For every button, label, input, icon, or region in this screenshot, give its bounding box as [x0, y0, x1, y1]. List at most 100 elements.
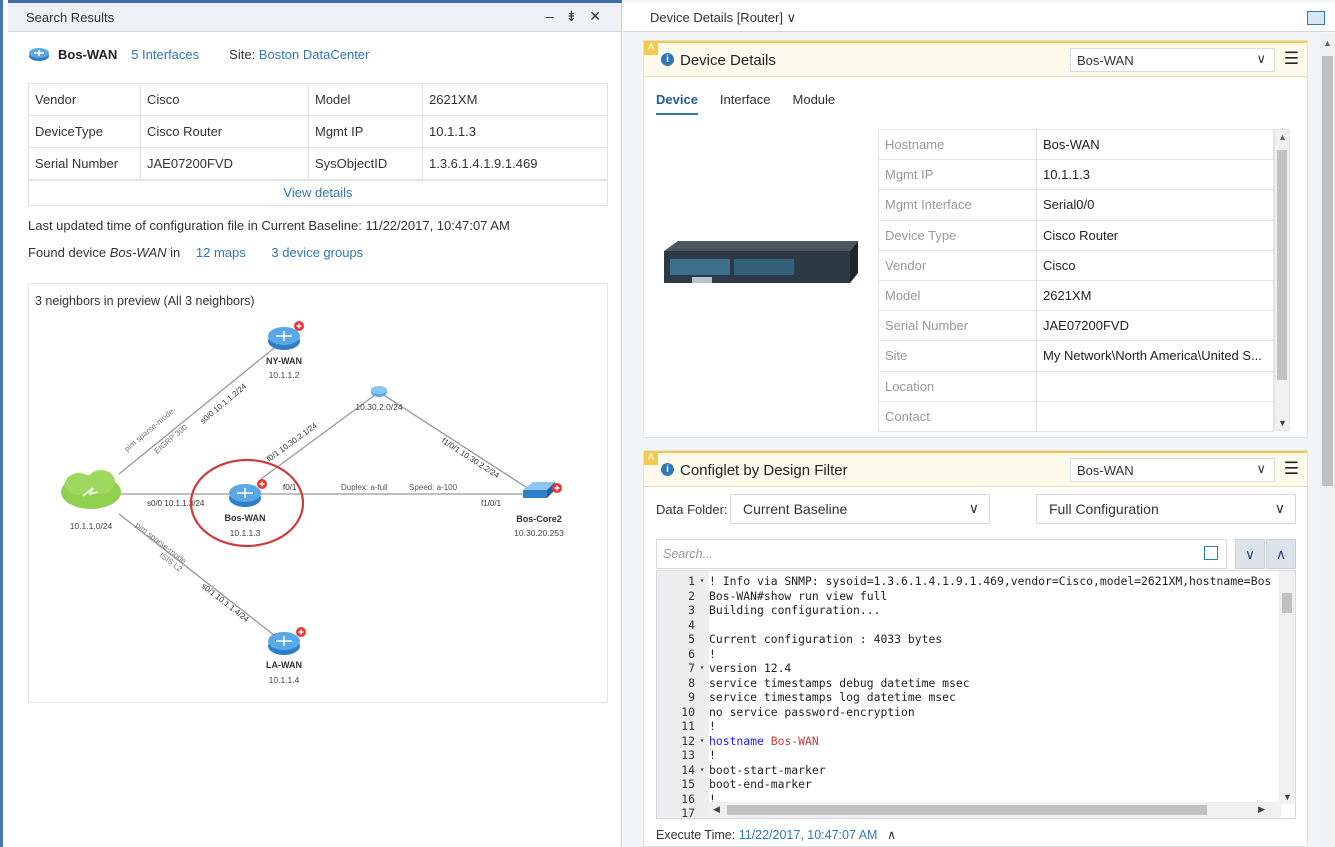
scroll-left-icon[interactable]: ◀	[713, 804, 720, 815]
chevron-down-icon: ∨	[1256, 51, 1266, 66]
maps-link[interactable]: 12 maps	[196, 245, 246, 260]
chevron-up-icon[interactable]: ∧	[887, 828, 896, 842]
tab-interface[interactable]: Interface	[720, 92, 771, 115]
execute-time-value[interactable]: 11/22/2017, 10:47:07 AM	[739, 828, 878, 842]
search-input[interactable]: Search...	[656, 539, 1227, 569]
data-folder-select[interactable]: Current Baseline ∨	[730, 494, 990, 524]
line-number: 7	[688, 661, 695, 675]
hamburger-menu-icon[interactable]: ☰	[1284, 459, 1299, 479]
code-vertical-scrollbar[interactable]: ▼	[1279, 571, 1295, 804]
router-node-la-wan[interactable]	[268, 627, 306, 655]
code-hostname: Bos-WAN	[770, 733, 819, 748]
close-icon[interactable]: ✕	[589, 8, 613, 24]
search-results-panel: Search Results –⇟✕ Bos-WAN 5 Interfaces …	[0, 0, 622, 847]
found-in: in	[170, 245, 181, 260]
interfaces-link[interactable]: 5 Interfaces	[131, 47, 199, 62]
fold-icon	[695, 705, 709, 720]
site-link[interactable]: Boston DataCenter	[259, 47, 370, 62]
panel-scrollbar[interactable]: ▲	[1320, 34, 1335, 847]
scroll-right-icon[interactable]: ▶	[1258, 804, 1265, 815]
info-value: Cisco Router	[140, 115, 309, 148]
device-select[interactable]: Bos-WAN ∨	[1070, 458, 1275, 482]
prop-value	[1036, 400, 1274, 432]
code-line: 9 service timestamps log datetime msec	[657, 690, 1271, 705]
info-value: 2621XM	[422, 83, 608, 116]
chevron-down-icon[interactable]: ∨	[787, 10, 797, 25]
prop-key: Vendor	[878, 249, 1037, 281]
info-value: JAE07200FVD	[140, 147, 309, 180]
info-key: Vendor	[28, 83, 141, 116]
code-line: 10 no service password-encryption	[657, 705, 1271, 720]
scroll-thumb[interactable]	[1277, 150, 1287, 380]
fold-icon	[695, 632, 709, 647]
device-properties-table: Hostname Bos-WAN Mgmt IP 10.1.1.3 Mgmt Int…	[878, 128, 1274, 432]
device-groups-link[interactable]: 3 device groups	[271, 245, 363, 260]
tab-device[interactable]: Device	[656, 92, 698, 115]
node-name: LA-WAN	[266, 660, 302, 670]
tab-module[interactable]: Module	[793, 92, 836, 115]
widget-header: A i Configlet by Design Filter Bos-WAN ∨ …	[644, 451, 1307, 487]
code-text: Bos-WAN#show run view full	[709, 588, 888, 603]
minimize-icon[interactable]: –	[546, 8, 566, 24]
prop-key: Site	[878, 340, 1037, 372]
panel-title[interactable]: Device Details [Router] ∨	[650, 10, 796, 26]
search-icon[interactable]	[1204, 546, 1218, 560]
router-node-bos-wan[interactable]	[229, 479, 267, 507]
code-line: 11!	[657, 719, 1271, 734]
cloud-icon[interactable]	[61, 470, 121, 509]
execute-time: Execute Time: 11/22/2017, 10:47:07 AM ∧	[656, 827, 896, 842]
fold-icon[interactable]: ▾	[695, 574, 709, 589]
device-header: Bos-WAN 5 Interfaces Site: Boston DataCe…	[28, 44, 369, 64]
node-name: Bos-Core2	[516, 514, 562, 524]
scroll-up-icon[interactable]: ▲	[1323, 38, 1332, 48]
code-text: boot-end-marker	[709, 777, 812, 791]
switch-node-bos-core2[interactable]	[523, 482, 562, 498]
info-icon: i	[661, 463, 674, 476]
hamburger-menu-icon[interactable]: ☰	[1284, 49, 1299, 69]
panel-title-bar: Device Details [Router] ∨	[623, 3, 1335, 32]
table-row: Vendor Cisco Model 2621XM	[28, 83, 608, 116]
prop-value: JAE07200FVD	[1036, 310, 1274, 342]
table-row: Serial Number JAE07200FVD SysObjectID 1.…	[28, 147, 608, 180]
fold-icon[interactable]: ▾	[695, 661, 709, 676]
code-text: !	[709, 719, 716, 733]
prev-match-button[interactable]: ∧	[1266, 539, 1296, 569]
node-ip: 10.1.1.0/24	[70, 521, 113, 531]
neighbor-map: 3 neighbors in preview (All 3 neighbors)…	[28, 283, 608, 703]
site-label: Site:	[229, 46, 256, 62]
view-details-link[interactable]: View details	[283, 185, 352, 200]
fold-icon[interactable]: ▾	[695, 763, 709, 778]
scroll-up-icon[interactable]: ▲	[1278, 132, 1287, 142]
scroll-thumb[interactable]	[727, 805, 1207, 815]
prop-key: Location	[878, 370, 1037, 402]
line-number: 4	[688, 617, 695, 632]
table-scrollbar[interactable]: ▲ ▼	[1274, 129, 1290, 431]
config-code-viewer[interactable]: 1 ▾! Info via SNMP: sysoid=1.3.6.1.4.1.9.…	[656, 570, 1296, 819]
info-icon: i	[661, 53, 674, 66]
scroll-down-icon[interactable]: ▼	[1283, 792, 1292, 802]
code-line: 15 boot-end-marker	[657, 777, 1271, 792]
scroll-down-icon[interactable]: ▼	[1278, 418, 1287, 428]
code-text: hostname Bos-WAN	[709, 734, 819, 749]
config-type-select[interactable]: Full Configuration ∨	[1036, 494, 1296, 524]
chevron-down-icon: ∨	[1274, 500, 1285, 516]
device-select[interactable]: Bos-WAN ∨	[1070, 48, 1275, 72]
scroll-thumb[interactable]	[1282, 593, 1292, 613]
scroll-thumb[interactable]	[1322, 56, 1333, 486]
prop-value: Cisco	[1036, 249, 1274, 281]
code-horizontal-scrollbar[interactable]: ◀ ▶	[709, 802, 1281, 818]
info-value: 10.1.1.3	[422, 115, 608, 148]
code-keyword: hostname	[709, 733, 764, 748]
fold-icon[interactable]: ▾	[695, 734, 709, 749]
hub-icon[interactable]	[371, 386, 387, 397]
layout-icon[interactable]	[1307, 11, 1325, 25]
prop-value	[1036, 370, 1274, 402]
router-image	[664, 241, 858, 283]
router-node-ny-wan[interactable]	[268, 321, 304, 350]
execute-time-label: Execute Time:	[656, 828, 736, 842]
table-row: Contact	[878, 400, 1274, 432]
code-text: service timestamps log datetime msec	[709, 690, 956, 704]
prop-key: Contact	[878, 400, 1037, 432]
pin-icon[interactable]: ⇟	[566, 8, 590, 24]
next-match-button[interactable]: ∨	[1235, 539, 1265, 569]
